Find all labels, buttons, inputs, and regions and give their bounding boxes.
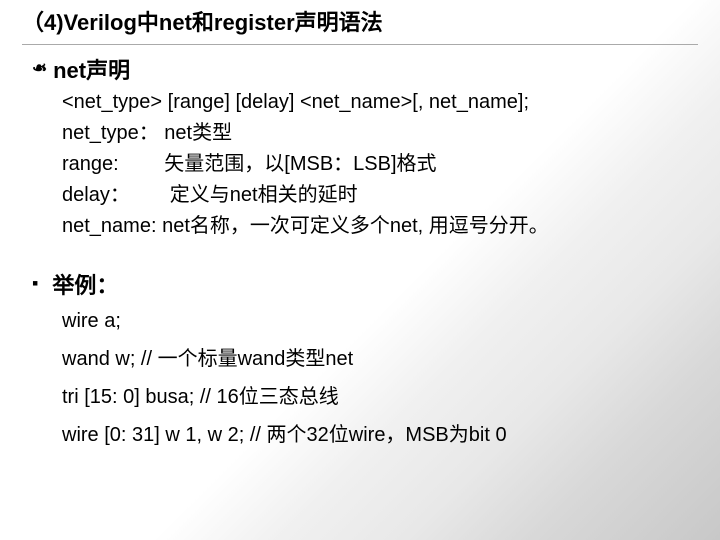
section-heading-example-text: 举例： [52, 268, 118, 300]
section-net-declaration: net声明 <net_type> [range] [delay] <net_na… [32, 53, 698, 242]
example-line-3: tri [15: 0] busa; // 16位三态总线 [62, 378, 698, 416]
section-heading-example: 举例： [32, 268, 698, 300]
net-delay-line: delay： 定义与net相关的延时 [62, 180, 698, 211]
net-name-line: net_name: net名称，一次可定义多个net, 用逗号分开。 [62, 211, 698, 242]
divider [22, 44, 698, 45]
section-heading-net: net声明 [32, 53, 698, 85]
net-range-line: range: 矢量范围，以[MSB：LSB]格式 [62, 149, 698, 180]
slide-title: （4)Verilog中net和register声明语法 [22, 8, 698, 38]
example-code-block: wire a; wand w; // 一个标量wand类型net tri [15… [62, 302, 698, 454]
example-line-1: wire a; [62, 302, 698, 340]
section-example: 举例： wire a; wand w; // 一个标量wand类型net tri… [32, 268, 698, 454]
net-type-line: net_type： net类型 [62, 118, 698, 149]
example-line-2: wand w; // 一个标量wand类型net [62, 340, 698, 378]
section-heading-net-text: net声明 [53, 53, 130, 85]
net-syntax-line: <net_type> [range] [delay] <net_name>[, … [62, 87, 698, 118]
example-line-4: wire [0: 31] w 1, w 2; // 两个32位wire，MSB为… [62, 416, 698, 454]
net-syntax-block: <net_type> [range] [delay] <net_name>[, … [62, 87, 698, 242]
